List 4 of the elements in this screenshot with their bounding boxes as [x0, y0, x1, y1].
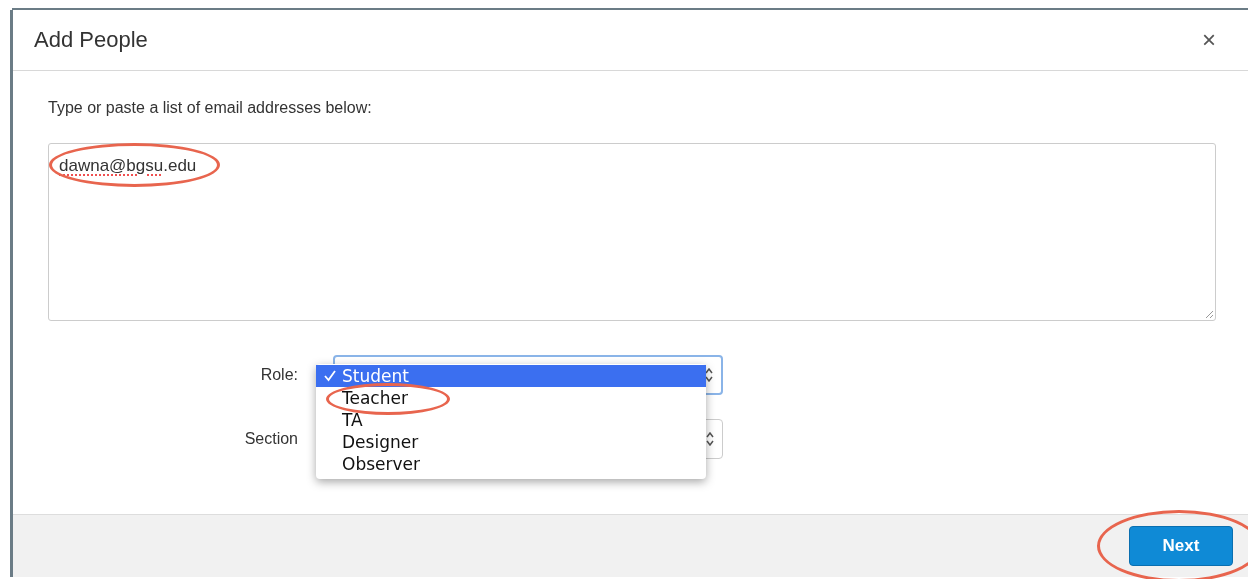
- instruction-text: Type or paste a list of email addresses below:: [48, 99, 373, 117]
- role-label: Role:: [259, 366, 298, 384]
- dialog-title: Add People: [34, 27, 148, 53]
- section-label: Section: [243, 430, 298, 448]
